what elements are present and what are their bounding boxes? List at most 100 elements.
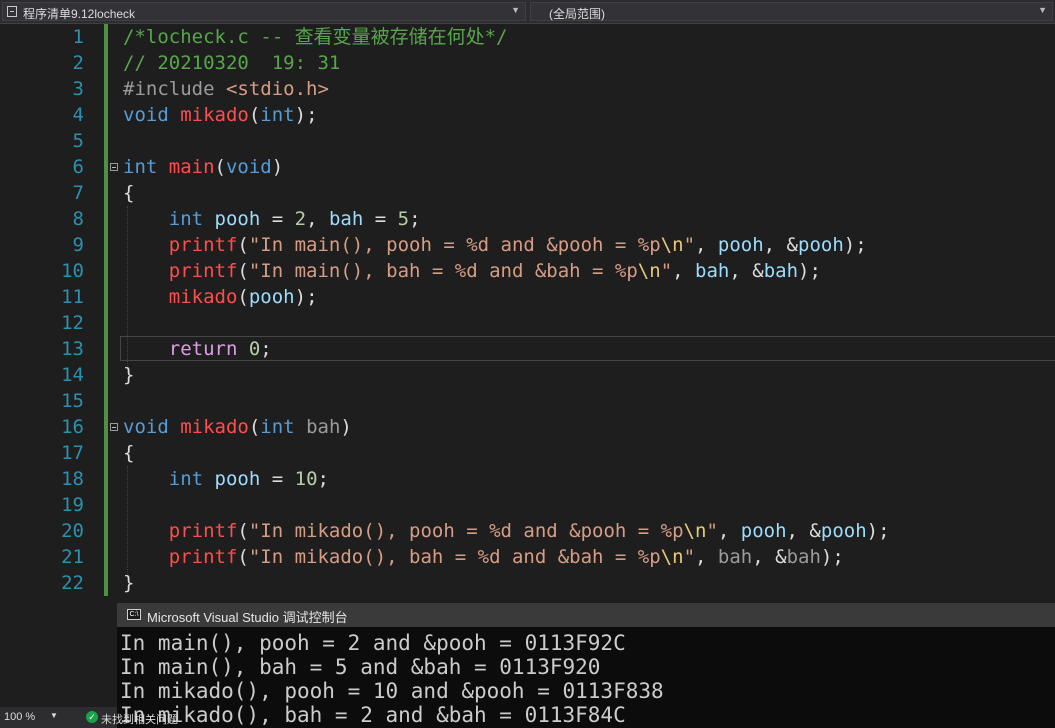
line-number: 21 xyxy=(61,546,84,568)
code-line[interactable]: return 0; xyxy=(123,336,272,362)
code-token: int xyxy=(260,416,307,438)
code-line[interactable]: mikado(pooh); xyxy=(123,284,318,310)
code-token: \n xyxy=(637,260,661,282)
global-scope-dropdown[interactable]: (全局范围) ▼ xyxy=(530,2,1053,21)
debug-console-window[interactable]: C:\ Microsoft Visual Studio 调试控制台 In mai… xyxy=(117,603,1055,728)
code-token: return xyxy=(168,338,249,360)
code-token: , & xyxy=(729,260,764,282)
code-line[interactable]: int pooh = 2, bah = 5; xyxy=(123,206,421,232)
code-token: ; xyxy=(409,208,421,230)
code-line[interactable]: void mikado(int bah) xyxy=(123,414,352,440)
code-token: ); xyxy=(294,104,318,126)
code-token: "In main(), pooh = %d and &pooh = %p xyxy=(248,234,661,256)
code-line[interactable]: // 20210320 19: 31 xyxy=(123,50,340,76)
zoom-level[interactable]: 100 % xyxy=(4,711,35,723)
code-line[interactable]: int main(void) xyxy=(123,154,283,180)
editor-status-bar: 100 % ▼ ✓ 未找到相关问题 xyxy=(0,707,178,728)
code-token: // 20210320 19: 31 xyxy=(123,52,341,74)
chevron-down-icon[interactable]: ▼ xyxy=(511,5,520,15)
code-token: "In main(), bah = %d and &bah = %p xyxy=(248,260,638,282)
code-line[interactable]: printf("In mikado(), bah = %d and &bah =… xyxy=(123,544,844,570)
code-token: = xyxy=(260,208,295,230)
navigation-bar: 程序清单9.12locheck ▼ (全局范围) ▼ xyxy=(0,0,1055,24)
line-number: 1 xyxy=(72,26,84,48)
line-number: 8 xyxy=(72,208,84,230)
code-token: 5 xyxy=(397,208,410,230)
file-scope-dropdown[interactable]: 程序清单9.12locheck ▼ xyxy=(2,2,526,21)
global-scope-label: (全局范围) xyxy=(549,7,605,21)
code-token: bah xyxy=(786,546,821,568)
chevron-down-icon[interactable]: ▼ xyxy=(1038,5,1047,15)
code-token: void xyxy=(123,416,181,438)
line-number: 15 xyxy=(61,390,84,412)
code-token: \n xyxy=(683,520,707,542)
project-file-icon xyxy=(7,6,17,17)
code-line[interactable]: void mikado(int); xyxy=(123,102,318,128)
line-number: 20 xyxy=(61,520,84,542)
code-token: \n xyxy=(660,234,684,256)
line-number: 9 xyxy=(72,234,84,256)
code-token: ); xyxy=(866,520,890,542)
chevron-down-icon[interactable]: ▼ xyxy=(50,711,58,720)
code-token: void xyxy=(225,156,272,178)
code-token: = xyxy=(260,468,295,490)
issues-status[interactable]: 未找到相关问题 xyxy=(101,711,178,727)
code-line[interactable]: printf("In main(), bah = %d and &bah = %… xyxy=(123,258,821,284)
code-line[interactable]: printf("In main(), pooh = %d and &pooh =… xyxy=(123,232,867,258)
code-token: bah xyxy=(763,260,799,282)
code-token: printf xyxy=(168,520,238,542)
code-token: bah xyxy=(695,260,730,282)
code-token: bah xyxy=(717,546,753,568)
code-token: " xyxy=(706,520,718,542)
line-number-gutter[interactable]: 1 2 3 4 5 6 7 8 9 10 11 12 13 14 15 16 17 18 19 20 21 22 xyxy=(0,24,104,704)
code-token: , xyxy=(695,234,718,256)
code-line[interactable]: #include <stdio.h> xyxy=(123,76,329,102)
line-number: 10 xyxy=(61,260,84,282)
code-token: ( xyxy=(248,416,261,438)
code-token: ( xyxy=(237,234,249,256)
collapse-icon[interactable] xyxy=(110,423,118,431)
code-token: bah xyxy=(328,208,364,230)
code-line[interactable]: } xyxy=(123,570,134,596)
code-token: int xyxy=(123,156,169,178)
code-line[interactable]: } xyxy=(123,362,134,388)
console-line: In main(), pooh = 2 and &pooh = 0113F92C xyxy=(120,631,626,655)
console-line: In mikado(), bah = 2 and &bah = 0113F84C xyxy=(120,703,626,727)
console-titlebar[interactable]: C:\ Microsoft Visual Studio 调试控制台 xyxy=(117,603,1055,627)
collapse-icon[interactable] xyxy=(110,163,118,171)
code-token: mikado xyxy=(168,286,238,308)
line-number: 6 xyxy=(72,156,84,178)
code-token: int xyxy=(168,208,215,230)
code-line[interactable]: printf("In mikado(), pooh = %d and &pooh… xyxy=(123,518,890,544)
editor-margin xyxy=(0,604,117,707)
line-number: 14 xyxy=(61,364,84,386)
code-token: pooh xyxy=(214,208,261,230)
code-token: ); xyxy=(843,234,867,256)
console-line: In main(), bah = 5 and &bah = 0113F920 xyxy=(120,655,601,679)
code-token: } xyxy=(123,572,135,594)
code-line[interactable]: int pooh = 10; xyxy=(123,466,329,492)
code-token: printf xyxy=(168,546,238,568)
line-number: 11 xyxy=(61,286,84,308)
code-token: printf xyxy=(168,260,238,282)
code-token: int xyxy=(260,104,295,126)
code-token: , xyxy=(672,260,696,282)
code-token: } xyxy=(123,364,135,386)
code-line[interactable]: { xyxy=(123,180,134,206)
code-token: ( xyxy=(237,520,249,542)
code-line[interactable]: /*locheck.c -- 查看变量被存储在何处*/ xyxy=(123,24,507,50)
line-number: 7 xyxy=(72,182,84,204)
code-editor[interactable]: /*locheck.c -- 查看变量被存储在何处*/ // 20210320 1… xyxy=(108,24,1055,604)
code-token: "In mikado(), pooh = %d and &pooh = %p xyxy=(248,520,684,542)
code-line[interactable]: { xyxy=(123,440,134,466)
line-number: 12 xyxy=(61,312,84,334)
code-token: \n xyxy=(660,546,684,568)
code-token: pooh xyxy=(820,520,867,542)
code-token: "In mikado(), bah = %d and &bah = %p xyxy=(248,546,661,568)
code-token: , & xyxy=(763,234,798,256)
code-token: = xyxy=(363,208,398,230)
code-token: ( xyxy=(237,546,249,568)
